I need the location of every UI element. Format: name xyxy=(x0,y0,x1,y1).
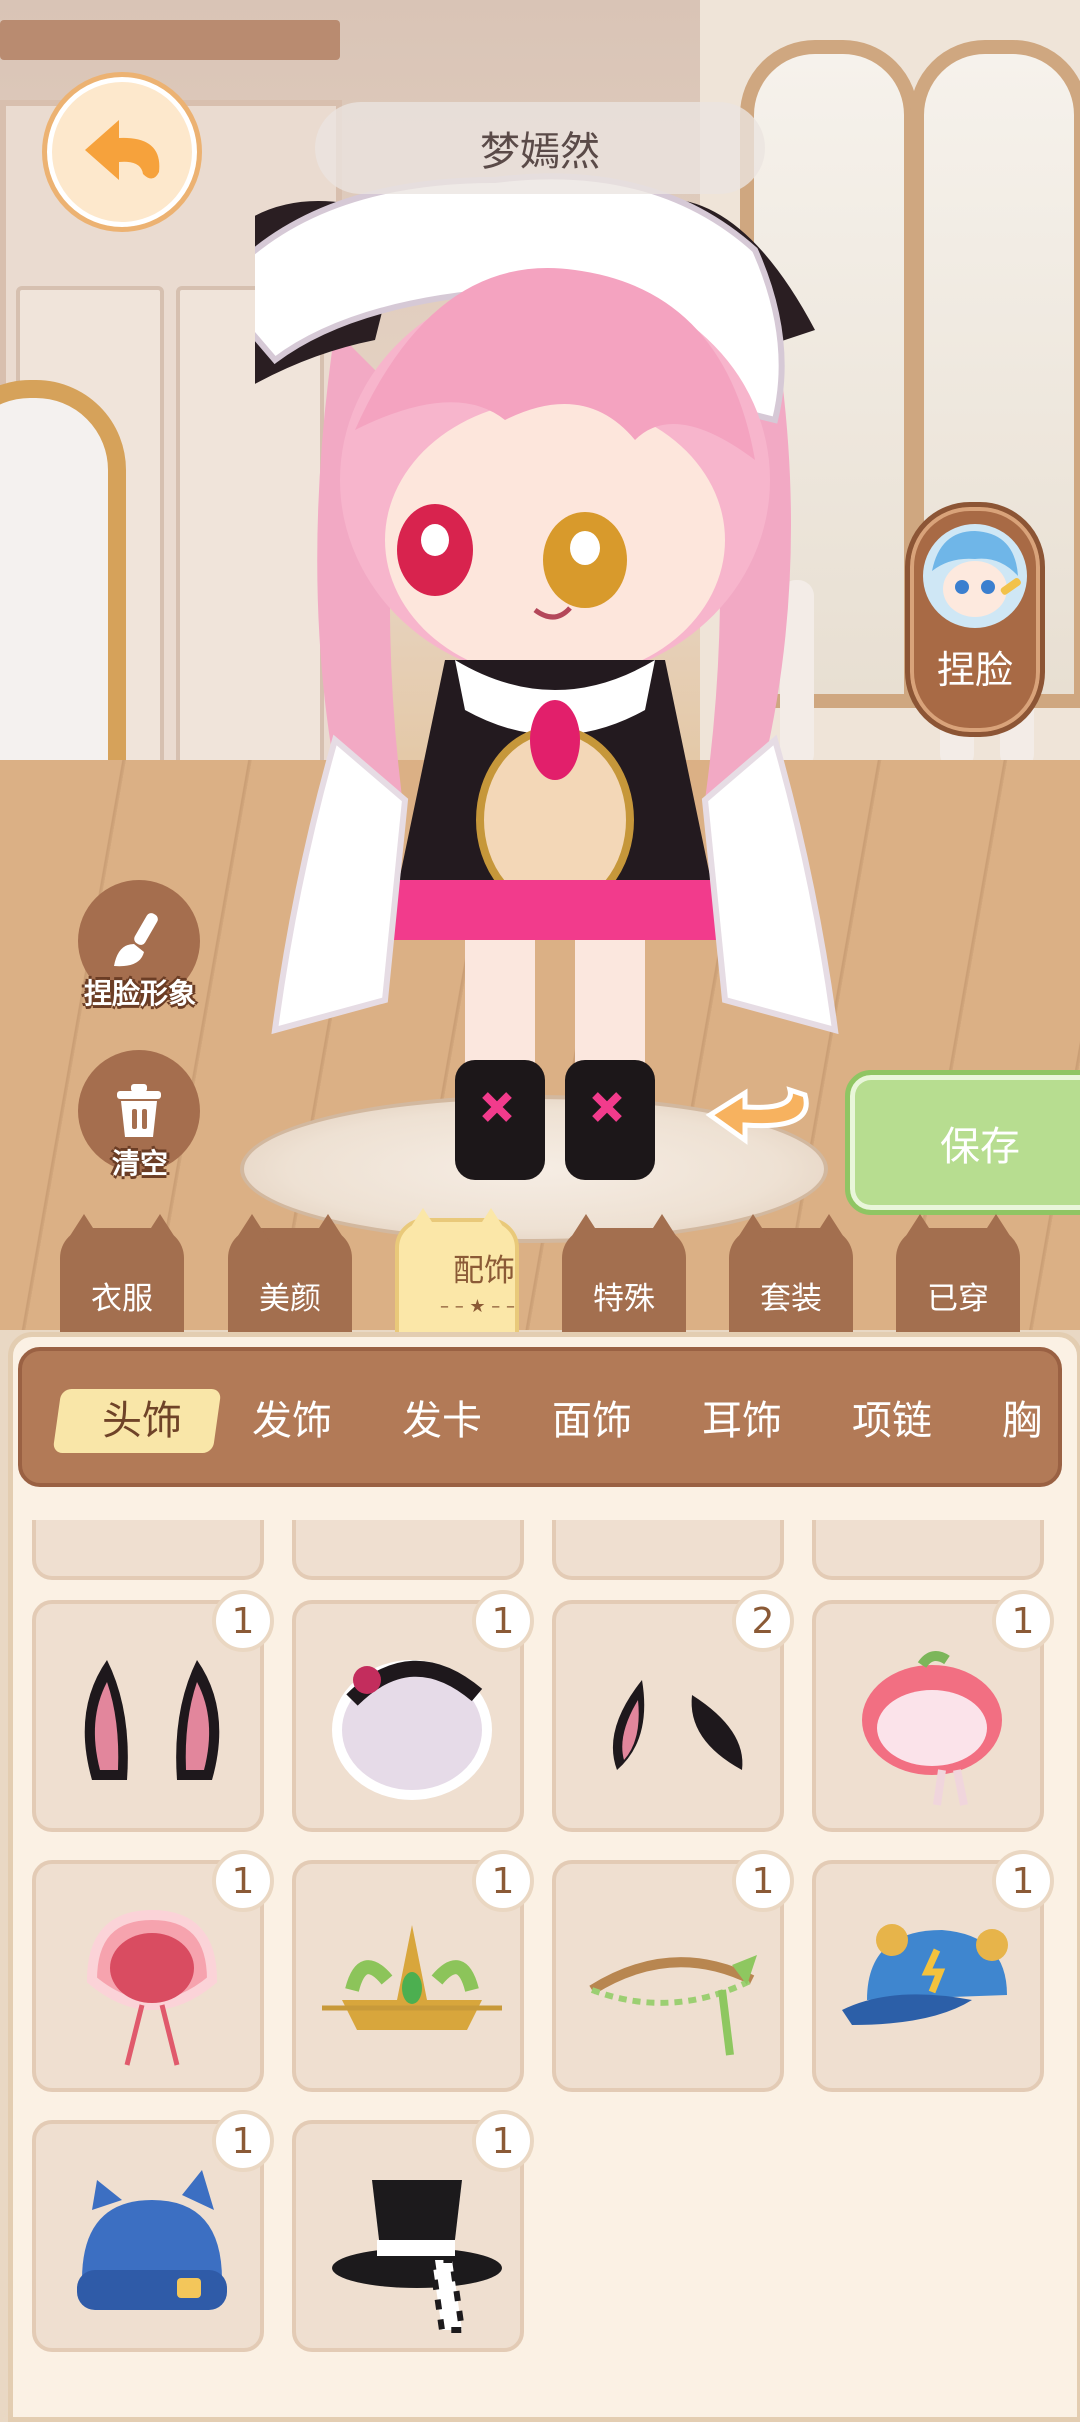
item-count-badge: 1 xyxy=(472,1590,534,1652)
subcategory-bar[interactable]: 头饰 发饰 发卡 面饰 耳饰 项链 胸 xyxy=(18,1347,1062,1487)
item-cell[interactable]: 1 xyxy=(32,1590,274,1832)
wall-shelf xyxy=(0,20,340,60)
subtab-earrings[interactable]: 耳饰 xyxy=(667,1351,817,1483)
tab-accessories[interactable]: 配饰 – – ★ – – xyxy=(395,1208,519,1348)
item-count-badge: 1 xyxy=(732,1850,794,1912)
item-count-badge: 2 xyxy=(732,1590,794,1652)
face-edit-button[interactable]: 捏脸 xyxy=(905,502,1045,737)
tab-label: 特殊 xyxy=(593,1281,655,1317)
blue-cap-icon xyxy=(842,1924,1008,2025)
item-cell[interactable]: 1 xyxy=(292,1590,534,1832)
item-cell-partial[interactable] xyxy=(32,1520,264,1580)
item-cell[interactable]: 1 xyxy=(292,1850,534,2092)
tab-worn[interactable]: 已穿 xyxy=(896,1214,1020,1336)
face-edit-label: 捏脸 xyxy=(936,648,1013,692)
character-name-label: 梦嫣然 xyxy=(315,102,765,194)
item-cell-partial[interactable] xyxy=(812,1520,1044,1580)
item-cell[interactable]: 1 xyxy=(812,1590,1054,1832)
tab-label: 套装 xyxy=(760,1281,822,1317)
subtab-hairclip[interactable]: 发卡 xyxy=(367,1351,517,1483)
tab-beauty[interactable]: 美颜 xyxy=(228,1214,352,1336)
tab-label: 已穿 xyxy=(927,1281,989,1317)
top-hat-icon xyxy=(332,2180,502,2333)
item-cell-partial[interactable] xyxy=(292,1520,524,1580)
blue-beanie-icon xyxy=(77,2170,227,2310)
trash-icon xyxy=(117,1084,161,1137)
save-label: 保存 xyxy=(940,1123,1020,1170)
small-bunny-ears-icon xyxy=(612,1680,743,1770)
item-cell[interactable]: 1 xyxy=(32,2110,274,2352)
bunny-ears-icon xyxy=(84,1660,220,1780)
rotate-arrow-icon[interactable] xyxy=(705,1075,815,1145)
item-count-badge: 1 xyxy=(212,2110,274,2172)
item-count-badge: 1 xyxy=(992,1590,1054,1652)
face-avatar-icon xyxy=(923,524,1027,628)
character-name: 梦嫣然 xyxy=(480,129,600,175)
vine-circlet-icon xyxy=(589,1955,757,2056)
character-avatar[interactable] xyxy=(255,100,855,1220)
tab-clothes[interactable]: 衣服 xyxy=(60,1214,184,1336)
face-shape-label: 捏脸形象 xyxy=(83,977,196,1010)
subtab-chest[interactable]: 胸 xyxy=(967,1351,1058,1483)
item-cell[interactable]: 2 xyxy=(552,1590,794,1832)
subtab-hair-ornament[interactable]: 发饰 xyxy=(217,1351,367,1483)
item-count-badge: 1 xyxy=(992,1850,1054,1912)
item-cell-partial[interactable] xyxy=(552,1520,784,1580)
clear-label: 清空 xyxy=(111,1147,168,1180)
item-cell[interactable]: 1 xyxy=(292,2110,534,2352)
brush-icon xyxy=(114,913,158,967)
subtab-headwear[interactable]: 头饰 xyxy=(67,1351,217,1483)
tab-outfits[interactable]: 套装 xyxy=(729,1214,853,1336)
back-button[interactable] xyxy=(42,72,202,232)
subtab-necklace[interactable]: 项链 xyxy=(817,1351,967,1483)
peach-hat-icon xyxy=(862,1651,1002,1806)
save-button[interactable]: 保存 xyxy=(845,1070,1080,1215)
gold-crown-icon xyxy=(322,1925,502,2030)
pink-bonnet-icon xyxy=(86,1909,218,2066)
back-arrow-icon xyxy=(85,120,160,180)
item-count-badge: 1 xyxy=(472,1850,534,1912)
tab-special[interactable]: 特殊 xyxy=(562,1214,686,1336)
item-cell[interactable]: 1 xyxy=(32,1850,274,2092)
tab-label: 美颜 xyxy=(259,1281,321,1317)
item-count-badge: 1 xyxy=(212,1590,274,1652)
item-count-badge: 1 xyxy=(472,2110,534,2172)
frilly-bonnet-icon xyxy=(332,1660,492,1800)
tab-label: 配饰 xyxy=(453,1253,515,1289)
star-icon: – – ★ – – xyxy=(439,1296,515,1317)
tab-label: 衣服 xyxy=(91,1281,153,1317)
item-cell[interactable]: 1 xyxy=(552,1850,794,2092)
item-count-badge: 1 xyxy=(212,1850,274,1912)
subtab-face-accessory[interactable]: 面饰 xyxy=(517,1351,667,1483)
item-cell[interactable]: 1 xyxy=(812,1850,1054,2092)
